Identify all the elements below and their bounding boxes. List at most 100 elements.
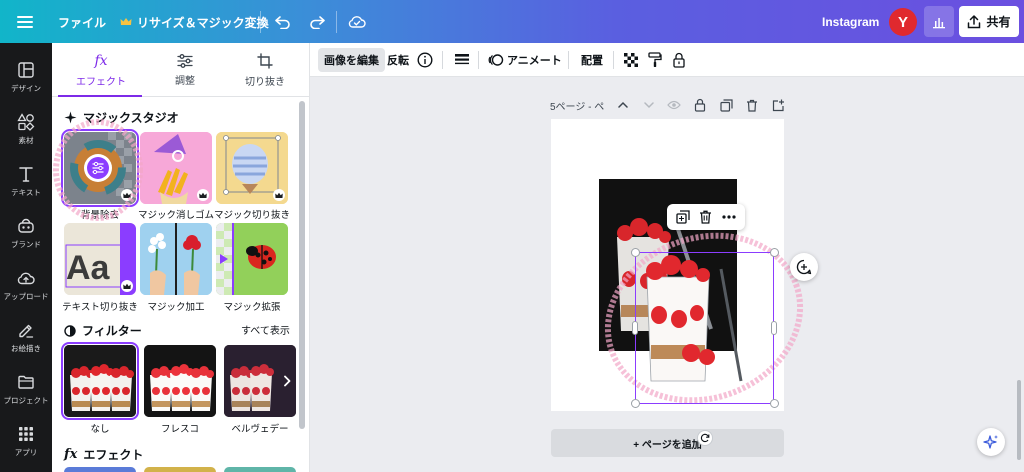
rail-item-design[interactable]: デザイン: [0, 51, 52, 103]
animate-button[interactable]: アニメート: [482, 48, 568, 72]
panel-scrollbar-thumb[interactable]: [299, 101, 305, 429]
copy-style-button[interactable]: [642, 48, 668, 72]
undo-button[interactable]: [268, 7, 298, 37]
filter-none-thumbnail[interactable]: [61, 342, 139, 420]
delete-page-button[interactable]: [744, 97, 760, 113]
animate-icon: [488, 54, 504, 66]
sparkle-icon: [983, 435, 998, 449]
border-style-button[interactable]: [448, 48, 476, 72]
filter-label: ベルヴェデー: [231, 424, 289, 435]
effect-thumbnail[interactable]: [224, 467, 296, 472]
move-page-down-button[interactable]: [641, 97, 657, 113]
insights-button[interactable]: [924, 6, 954, 37]
parfait-preview: [144, 345, 216, 417]
page-title[interactable]: 5ページ - ペ: [550, 97, 604, 113]
flip-button[interactable]: 反転: [381, 48, 415, 72]
magic-assistant-button[interactable]: [977, 428, 1005, 456]
share-button[interactable]: 共有: [959, 6, 1019, 37]
upload-share-icon: [968, 14, 981, 28]
design-type-label[interactable]: Instagram: [816, 7, 885, 37]
lock-icon: [694, 98, 706, 112]
border-style-icon: [455, 54, 469, 65]
tab-label: 調整: [175, 75, 195, 87]
layout-icon: [18, 61, 34, 78]
rail-item-elements[interactable]: 素材: [0, 103, 52, 155]
toolbar-divider: [568, 51, 569, 69]
magic-expand-thumbnail[interactable]: [216, 223, 288, 295]
magic-edit-thumbnail[interactable]: [140, 223, 212, 295]
lock-button[interactable]: [666, 48, 692, 72]
rail-item-uploads[interactable]: アップロード: [0, 259, 52, 311]
avatar[interactable]: Y: [889, 8, 917, 36]
bg-remover-thumbnail[interactable]: [61, 129, 139, 207]
add-page-shortcut-button[interactable]: [770, 97, 786, 113]
rail-item-apps[interactable]: アプリ: [0, 415, 52, 467]
resize-handle-bottom-right[interactable]: [770, 399, 779, 408]
fx-icon: fx: [94, 52, 108, 69]
sliders-icon: [177, 53, 193, 68]
rail-label: テキスト: [11, 187, 41, 197]
premium-crown-icon: [273, 189, 285, 201]
transparency-button[interactable]: [618, 48, 644, 72]
resize-magic-switch-button[interactable]: リサイズ＆マジック変換: [112, 7, 277, 37]
rotate-handle[interactable]: [697, 430, 713, 446]
duplicate-page-button[interactable]: [718, 97, 734, 113]
undo-icon: [275, 16, 290, 29]
save-status-button[interactable]: [342, 7, 372, 37]
selection-box[interactable]: [635, 252, 774, 404]
duplicate-element-button[interactable]: [673, 207, 693, 227]
position-button[interactable]: 配置: [575, 48, 609, 72]
redo-button[interactable]: [302, 7, 332, 37]
more-dots-icon: [722, 215, 736, 219]
tab-adjust[interactable]: 調整: [144, 43, 226, 97]
rail-label: プロジェクト: [3, 395, 49, 405]
canvas-scrollbar[interactable]: [1017, 380, 1021, 460]
resize-handle-bottom-left[interactable]: [631, 399, 640, 408]
rail-label: 素材: [18, 135, 34, 145]
resize-handle-top-left[interactable]: [631, 248, 640, 257]
resize-handle-left[interactable]: [632, 321, 638, 335]
delete-element-button[interactable]: [696, 207, 716, 227]
magic-expand-preview: [216, 223, 288, 295]
info-button[interactable]: [411, 48, 439, 72]
tab-label: エフェクト: [76, 76, 126, 88]
paint-roller-icon: [648, 52, 662, 67]
filters-see-all-link[interactable]: すべて表示: [241, 322, 290, 337]
effect-thumbnail[interactable]: [64, 467, 136, 472]
file-menu-button[interactable]: ファイル: [50, 7, 114, 37]
filters-next-button[interactable]: [277, 371, 297, 391]
tab-crop[interactable]: 切り抜き: [224, 43, 306, 97]
filter-fresco-thumbnail[interactable]: [144, 345, 216, 417]
resize-handle-right[interactable]: [771, 321, 777, 335]
text-grab-thumbnail[interactable]: Aa: [64, 223, 136, 295]
rail-item-projects[interactable]: プロジェクト: [0, 363, 52, 415]
rail-item-text[interactable]: テキスト: [0, 155, 52, 207]
tab-label: 切り抜き: [245, 76, 285, 88]
section-title: マジックスタジオ: [83, 111, 179, 125]
lock-icon: [673, 52, 685, 68]
toolbar-divider: [478, 51, 479, 69]
add-page-button[interactable]: + ページを追加: [551, 429, 784, 457]
edit-image-button[interactable]: 画像を編集: [318, 48, 385, 72]
panel-scrollbar[interactable]: [297, 97, 307, 472]
effect-thumbnail[interactable]: [144, 467, 216, 472]
rail-item-brand[interactable]: ブランド: [0, 207, 52, 259]
premium-crown-icon: [121, 189, 133, 201]
hide-page-button[interactable]: [666, 97, 682, 113]
lock-page-button[interactable]: [692, 97, 708, 113]
move-page-up-button[interactable]: [615, 97, 631, 113]
chevron-right-icon: [284, 375, 291, 387]
duplicate-icon: [676, 210, 690, 224]
more-options-button[interactable]: [719, 207, 739, 227]
section-title: エフェクト: [83, 448, 144, 462]
section-title: フィルター: [82, 324, 142, 338]
resize-handle-top-right[interactable]: [770, 248, 779, 257]
rail-item-draw[interactable]: お絵描き: [0, 311, 52, 363]
magic-grab-thumbnail[interactable]: [216, 132, 288, 204]
main-menu-button[interactable]: [10, 7, 40, 37]
effects-heading: fx エフェクト: [64, 446, 143, 463]
magic-eraser-thumbnail[interactable]: [140, 132, 212, 204]
tab-effects[interactable]: fx エフェクト: [60, 43, 142, 97]
animate-label: アニメート: [507, 55, 562, 67]
add-comment-button[interactable]: [790, 253, 818, 281]
